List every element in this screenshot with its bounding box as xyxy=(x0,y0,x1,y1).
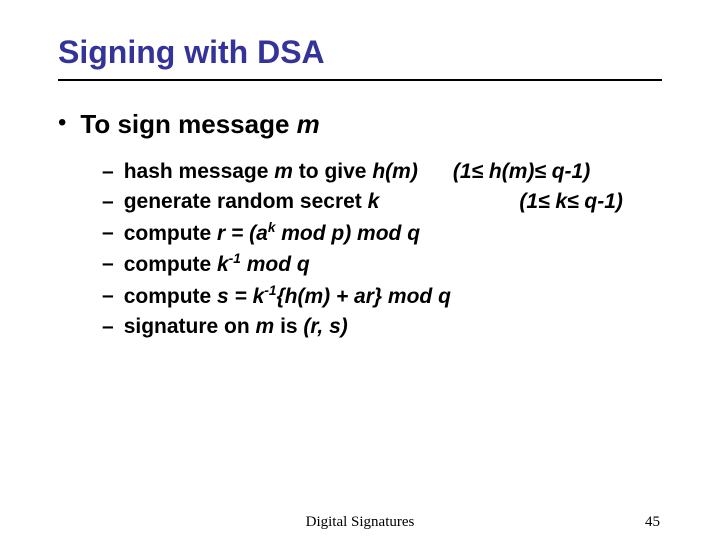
page-number: 45 xyxy=(645,514,660,531)
list-item-text: generate random secret k (1≤ k≤ q-1) xyxy=(124,187,662,217)
title-rule xyxy=(58,79,662,81)
list-item-text: compute r = (ak mod p) mod q xyxy=(124,218,662,249)
list-item: – compute s = k-1{h(m) + ar} mod q xyxy=(102,281,662,312)
list-item: – signature on m is (r, s) xyxy=(102,312,662,342)
bullet-dot: • xyxy=(58,109,66,137)
slide: Signing with DSA • To sign message m – h… xyxy=(0,0,720,540)
dash-icon: – xyxy=(102,312,114,342)
sub-bullet-list: – hash message m to give h(m) (1≤ h(m)≤ … xyxy=(102,157,662,343)
dash-icon: – xyxy=(102,281,114,311)
dash-icon: – xyxy=(102,218,114,248)
dash-icon: – xyxy=(102,249,114,279)
footer-title: Digital Signatures xyxy=(0,514,720,531)
list-item: – compute r = (ak mod p) mod q xyxy=(102,218,662,249)
list-item-text: compute k-1 mod q xyxy=(124,249,662,280)
slide-title: Signing with DSA xyxy=(58,34,662,71)
dash-icon: – xyxy=(102,157,114,187)
list-item: – hash message m to give h(m) (1≤ h(m)≤ … xyxy=(102,157,662,187)
bullet-level1-text: To sign message m xyxy=(80,109,319,139)
bullet-level1: • To sign message m xyxy=(58,109,662,139)
list-item: – compute k-1 mod q xyxy=(102,249,662,280)
list-item-text: hash message m to give h(m) (1≤ h(m)≤ q-… xyxy=(124,157,662,187)
list-item-text: signature on m is (r, s) xyxy=(124,312,662,342)
list-item: – generate random secret k (1≤ k≤ q-1) xyxy=(102,187,662,217)
list-item-text: compute s = k-1{h(m) + ar} mod q xyxy=(124,281,662,312)
dash-icon: – xyxy=(102,187,114,217)
